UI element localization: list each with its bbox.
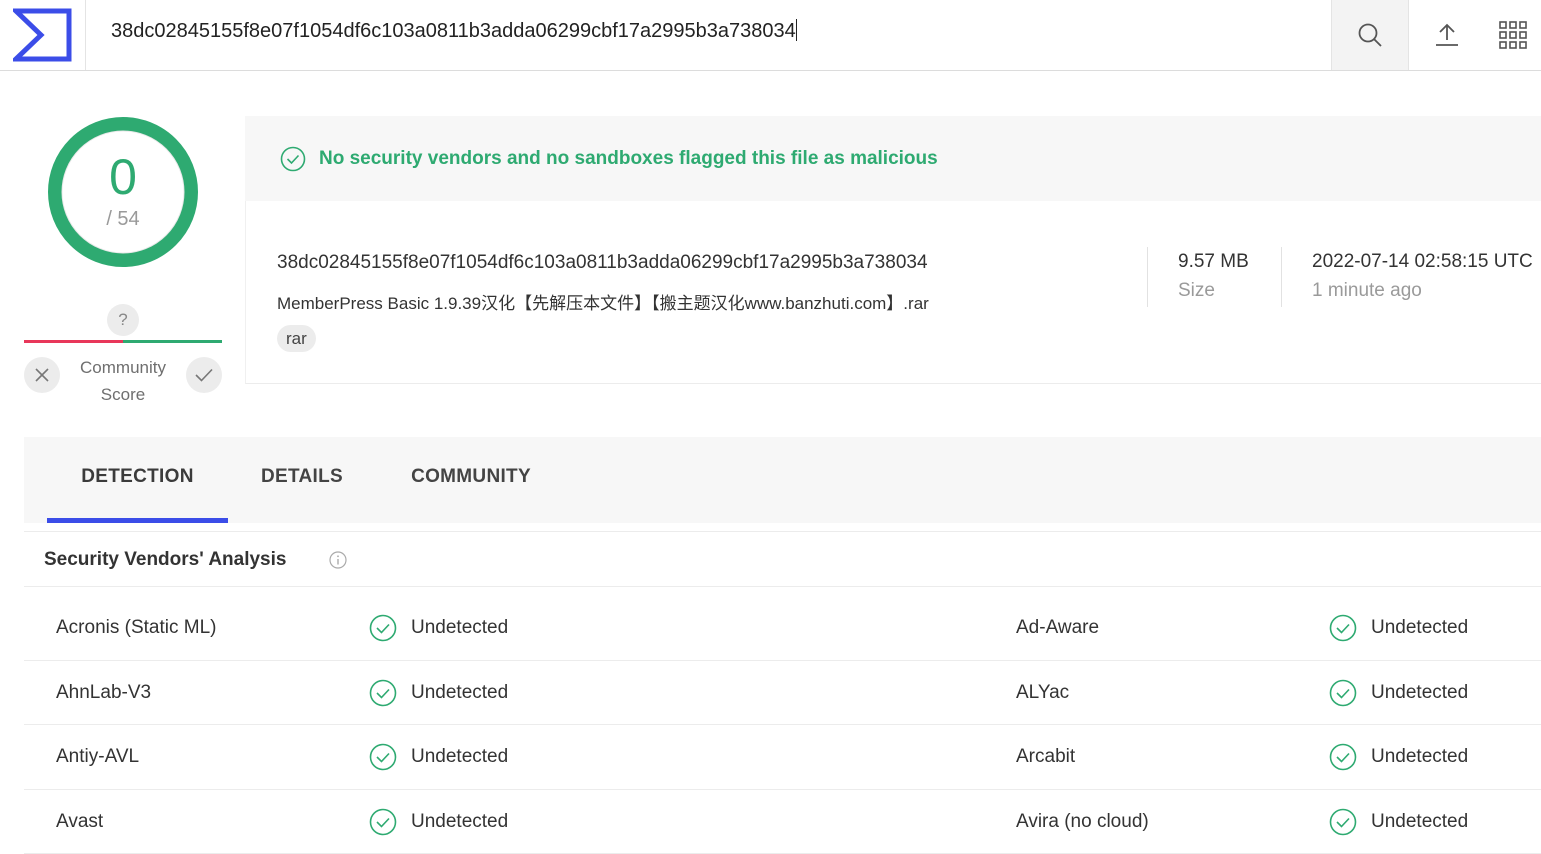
vendor-result: Undetected — [1329, 743, 1468, 771]
analysis-title: Security Vendors' Analysis — [44, 549, 286, 571]
vendor-result-text: Undetected — [1371, 746, 1468, 768]
top-bar: 38dc02845155f8e07f1054df6c103a0811b3adda… — [0, 0, 1541, 71]
table-row: Antiy-AVL Undetected Arcabit Undetected — [24, 725, 1541, 790]
search-input-value: 38dc02845155f8e07f1054df6c103a0811b3adda… — [111, 20, 796, 42]
vendor-name: Antiy-AVL — [56, 746, 139, 768]
file-hash[interactable]: 38dc02845155f8e07f1054df6c103a0811b3adda… — [277, 252, 928, 274]
community-label-line1: Community — [66, 354, 180, 381]
info-icon[interactable] — [329, 551, 347, 569]
divider — [1147, 247, 1148, 307]
check-circle-icon — [369, 614, 397, 642]
report-tabs: DETECTION DETAILS COMMUNITY — [24, 437, 1541, 523]
table-row: Acronis (Static ML) Undetected Ad-Aware … — [24, 596, 1541, 661]
vendor-name: Arcabit — [1016, 746, 1075, 768]
tab-details[interactable]: DETAILS — [248, 437, 356, 523]
analysis-date-value: 2022-07-14 02:58:15 UTC — [1312, 251, 1533, 273]
check-circle-icon — [1329, 614, 1357, 642]
file-type-tag[interactable]: rar — [277, 325, 316, 352]
vendor-result: Undetected — [1329, 679, 1468, 707]
vendor-name: Avira (no cloud) — [1016, 811, 1149, 833]
check-circle-icon — [369, 808, 397, 836]
vendor-result: Undetected — [369, 743, 508, 771]
community-bar-negative — [24, 340, 123, 343]
vendor-result: Undetected — [369, 614, 508, 642]
file-name: MemberPress Basic 1.9.39汉化【先解压本文件】【搬主题汉化… — [277, 289, 929, 314]
vendor-result-text: Undetected — [1371, 811, 1468, 833]
detection-count: 0 — [47, 148, 199, 206]
file-size-value: 9.57 MB — [1178, 251, 1249, 273]
detection-score-gauge: 0 / 54 — [47, 116, 199, 268]
check-circle-icon — [369, 679, 397, 707]
vendor-result-text: Undetected — [411, 682, 508, 704]
analysis-date-relative: 1 minute ago — [1312, 280, 1422, 302]
vendor-result: Undetected — [369, 679, 508, 707]
vendor-result: Undetected — [1329, 614, 1468, 642]
table-row: Avast Undetected Avira (no cloud) Undete… — [24, 790, 1541, 854]
vendor-result: Undetected — [369, 808, 508, 836]
upload-button[interactable] — [1409, 0, 1485, 70]
engine-total: / 54 — [47, 208, 199, 231]
logo[interactable] — [0, 0, 86, 70]
vote-harmless-button[interactable] — [186, 357, 222, 393]
community-score-label: Community Score — [66, 354, 180, 408]
check-circle-icon — [1329, 743, 1357, 771]
vendor-result-text: Undetected — [411, 617, 508, 639]
search-input[interactable]: 38dc02845155f8e07f1054df6c103a0811b3adda… — [111, 19, 797, 43]
community-score-value: ? — [107, 304, 139, 336]
apps-menu-button[interactable] — [1485, 0, 1541, 70]
table-row: AhnLab-V3 Undetected ALYac Undetected — [24, 661, 1541, 726]
vendor-name: Ad-Aware — [1016, 617, 1099, 639]
community-bar-positive — [123, 340, 222, 343]
tab-community[interactable]: COMMUNITY — [396, 437, 546, 523]
search-icon — [1357, 22, 1383, 48]
file-info-panel: 38dc02845155f8e07f1054df6c103a0811b3adda… — [245, 201, 1541, 384]
check-circle-icon — [1329, 679, 1357, 707]
vendor-name: Avast — [56, 811, 103, 833]
vendor-result-text: Undetected — [411, 811, 508, 833]
sigma-logo-icon — [13, 8, 73, 62]
check-circle-icon — [369, 743, 397, 771]
check-circle-icon — [280, 146, 306, 172]
close-icon — [35, 368, 49, 382]
vendor-results-table: Acronis (Static ML) Undetected Ad-Aware … — [24, 596, 1541, 854]
check-circle-icon — [1329, 808, 1357, 836]
vendor-result: Undetected — [1329, 808, 1468, 836]
tab-detection[interactable]: DETECTION — [47, 437, 228, 523]
vendor-result-text: Undetected — [1371, 617, 1468, 639]
vote-malicious-button[interactable] — [24, 357, 60, 393]
vendor-name: AhnLab-V3 — [56, 682, 151, 704]
divider — [1281, 247, 1282, 307]
search-button[interactable] — [1331, 0, 1409, 70]
upload-icon — [1434, 22, 1460, 48]
vendor-result-text: Undetected — [1371, 682, 1468, 704]
vendor-name: Acronis (Static ML) — [56, 617, 216, 639]
text-caret — [796, 19, 797, 41]
verdict-banner: No security vendors and no sandboxes fla… — [245, 116, 1541, 201]
analysis-header: Security Vendors' Analysis — [24, 531, 1541, 587]
file-size-label: Size — [1178, 280, 1215, 302]
community-label-line2: Score — [66, 381, 180, 408]
grid-icon — [1499, 21, 1527, 49]
vendor-result-text: Undetected — [411, 746, 508, 768]
check-icon — [195, 368, 213, 382]
verdict-text: No security vendors and no sandboxes fla… — [319, 148, 938, 170]
vendor-name: ALYac — [1016, 682, 1069, 704]
